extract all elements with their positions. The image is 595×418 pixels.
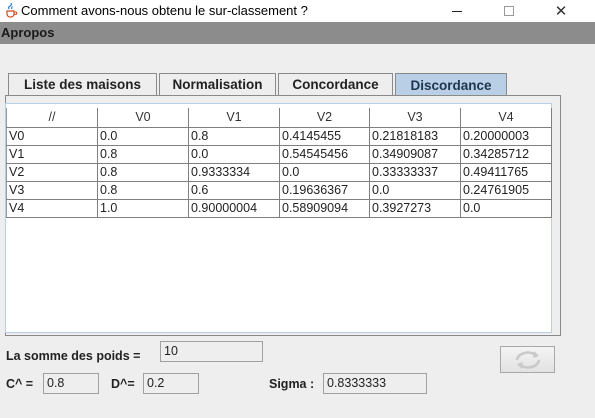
table-cell[interactable]: 0.19636367 [279,180,370,200]
table-cell[interactable]: 0.54545456 [279,144,370,164]
table-cell[interactable]: V2 [6,162,98,182]
table-row[interactable]: V4 1.0 0.90000004 0.58909094 0.3927273 0… [6,198,552,218]
table-cell[interactable]: 0.24761905 [460,180,552,200]
table-cell[interactable]: V1 [6,144,98,164]
table-cell[interactable]: 0.34285712 [460,144,552,164]
table-cell[interactable]: 0.8 [97,144,189,164]
table-row[interactable]: V0 0.0 0.8 0.4145455 0.21818183 0.200000… [6,126,552,146]
table-cell[interactable]: 0.4145455 [279,126,370,146]
table-cell[interactable]: 0.9333334 [188,162,280,182]
refresh-icon [515,350,540,369]
table-cell[interactable]: 0.90000004 [188,198,280,218]
column-header[interactable]: V4 [460,108,552,128]
tab-label: Discordance [410,77,492,93]
table-cell[interactable]: 1.0 [97,198,189,218]
table-row[interactable]: V3 0.8 0.6 0.19636367 0.0 0.24761905 [6,180,552,200]
close-button[interactable]: ✕ [538,0,584,22]
table-cell[interactable]: 0.6 [188,180,280,200]
tab-concordance[interactable]: Concordance [278,73,393,95]
table-cell[interactable]: 0.58909094 [279,198,370,218]
table-cell[interactable]: 0.0 [369,180,461,200]
d-hat-field[interactable]: 0.2 [143,373,199,394]
table-cell[interactable]: V0 [6,126,98,146]
column-header[interactable]: V1 [188,108,280,128]
title-bar: Comment avons-nous obtenu le sur-classem… [0,0,595,22]
maximize-button[interactable] [486,0,532,22]
table-cell[interactable]: 0.0 [97,126,189,146]
minimize-icon [452,10,462,12]
sigma-field[interactable]: 0.8333333 [323,373,427,394]
somme-des-poids-label: La somme des poids = [6,349,141,363]
c-hat-label: C^ = [6,377,34,391]
d-hat-label: D^= [111,377,135,391]
table-cell[interactable]: 0.8 [188,126,280,146]
table-cell[interactable]: 0.3927273 [369,198,461,218]
table-cell[interactable]: 0.20000003 [460,126,552,146]
table-cell[interactable]: 0.8 [97,180,189,200]
menu-bar: Apropos [0,22,595,44]
column-header[interactable]: V0 [97,108,189,128]
table-cell[interactable]: V3 [6,180,98,200]
table-row[interactable]: V2 0.8 0.9333334 0.0 0.33333337 0.494117… [6,162,552,182]
close-icon: ✕ [554,3,568,20]
table-cell[interactable]: 0.21818183 [369,126,461,146]
table-cell[interactable]: 0.49411765 [460,162,552,182]
table-row[interactable]: V1 0.8 0.0 0.54545456 0.34909087 0.34285… [6,144,552,164]
column-header[interactable]: V2 [279,108,370,128]
table-cell[interactable]: 0.8 [97,162,189,182]
table-cell[interactable]: 0.0 [188,144,280,164]
sigma-label: Sigma : [269,377,315,391]
table-header-row: // V0 V1 V2 V3 V4 [6,108,552,128]
menu-apropos[interactable]: Apropos [1,25,54,40]
discordance-table: // V0 V1 V2 V3 V4 V0 0.0 0.8 0.4145455 0… [6,108,552,218]
tab-label: Concordance [292,77,379,92]
window-title: Comment avons-nous obtenu le sur-classem… [21,3,308,18]
column-header[interactable]: V3 [369,108,461,128]
table-cell[interactable]: 0.0 [279,162,370,182]
tab-liste-des-maisons[interactable]: Liste des maisons [8,73,157,95]
refresh-button[interactable] [500,346,555,373]
java-coffee-icon [6,3,18,18]
tab-label: Normalisation [172,77,263,92]
table-cell[interactable]: 0.0 [460,198,552,218]
c-hat-field[interactable]: 0.8 [43,373,99,394]
table-cell[interactable]: V4 [6,198,98,218]
tab-normalisation[interactable]: Normalisation [159,73,276,95]
minimize-button[interactable] [434,0,480,22]
tab-discordance[interactable]: Discordance [395,73,507,96]
column-header[interactable]: // [6,108,98,128]
maximize-icon [504,6,514,16]
table-cell[interactable]: 0.34909087 [369,144,461,164]
tab-label: Liste des maisons [23,77,142,92]
table-cell[interactable]: 0.33333337 [369,162,461,182]
somme-des-poids-field[interactable]: 10 [160,341,263,362]
